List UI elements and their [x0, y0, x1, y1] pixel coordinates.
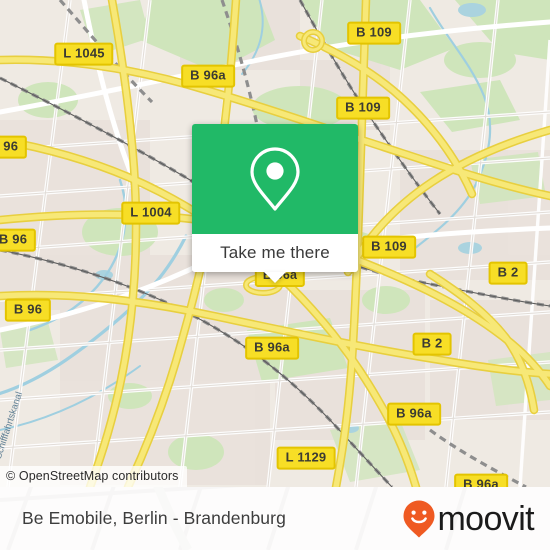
road-shield[interactable]: B 96a [387, 402, 441, 426]
card-header [192, 124, 358, 234]
road-shield[interactable]: B 96 [4, 298, 52, 322]
road-shield[interactable]: L 1004 [121, 201, 181, 225]
card-action[interactable]: Take me there [192, 234, 358, 283]
road-shield[interactable]: L 1129 [276, 446, 336, 470]
road-shield[interactable]: B 2 [412, 332, 452, 356]
road-shield[interactable]: B 96 [0, 135, 28, 159]
road-shield[interactable]: B 96a [181, 64, 235, 88]
map-pin-icon [250, 147, 300, 211]
osm-attribution[interactable]: © OpenStreetMap contributors [0, 466, 187, 487]
moovit-logo[interactable]: moovit [402, 499, 535, 539]
road-shield[interactable]: B 96a [245, 336, 299, 360]
place-title: Be Emobile, Berlin - Brandenburg [22, 508, 286, 528]
road-shield[interactable]: B 109 [347, 21, 401, 45]
footer-bar: Be Emobile, Berlin - Brandenburg moovit [0, 487, 550, 550]
road-shield[interactable]: B 96a [454, 473, 508, 487]
card-pointer-tail [264, 272, 286, 283]
road-shield[interactable]: B 109 [362, 235, 416, 259]
road-shield[interactable]: B 109 [336, 96, 390, 120]
moovit-smile-pin-icon [403, 500, 435, 537]
road-shield[interactable]: B 2 [488, 261, 528, 285]
road-shield[interactable]: B 96 [0, 228, 37, 252]
take-me-there-label: Take me there [220, 243, 330, 262]
map-viewport[interactable]: B 109 L 1045 B 96a B 109 B 96 L 1004 B 9… [0, 0, 550, 487]
moovit-wordmark: moovit [437, 499, 534, 538]
road-shield[interactable]: L 1045 [54, 42, 114, 66]
screenshot-root: B 109 L 1045 B 96a B 109 B 96 L 1004 B 9… [0, 0, 550, 550]
location-card[interactable]: Take me there [192, 124, 358, 283]
